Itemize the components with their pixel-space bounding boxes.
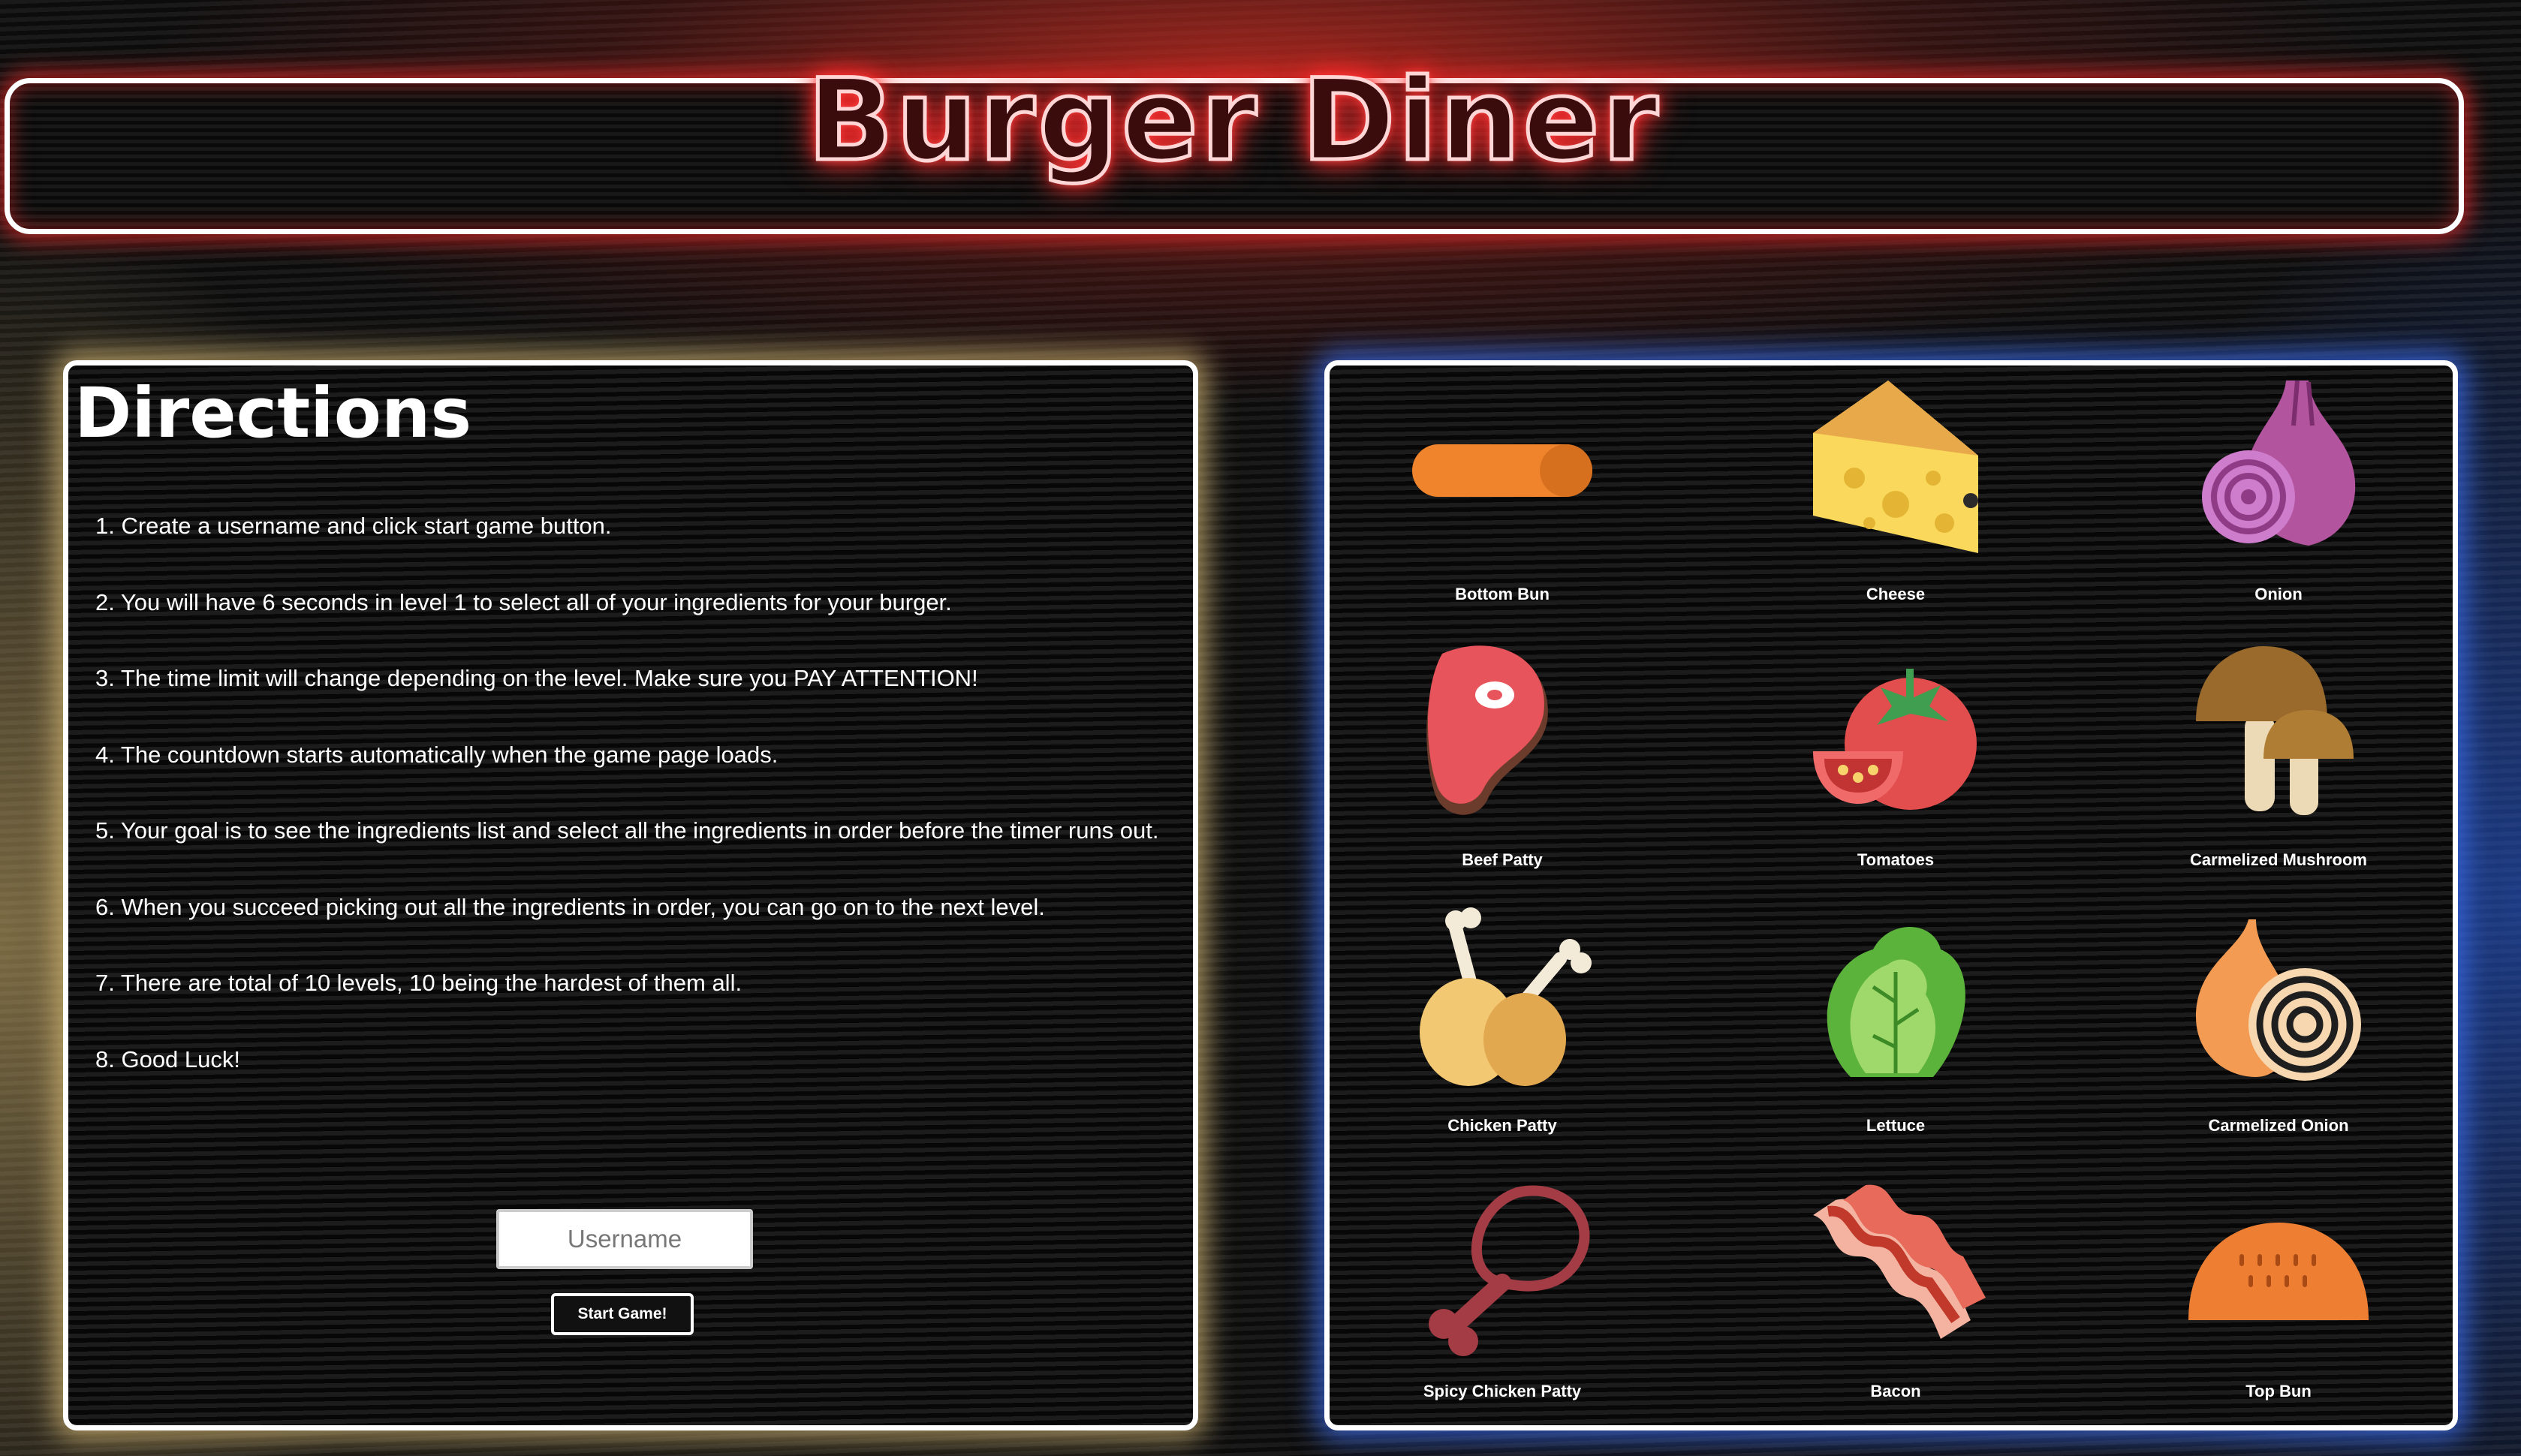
top-bun-icon bbox=[2188, 1223, 2369, 1320]
mushroom-icon bbox=[2196, 646, 2354, 815]
username-input[interactable] bbox=[496, 1209, 753, 1269]
ingredient-label: Lettuce bbox=[1866, 1116, 1926, 1135]
ingredient-label: Tomatoes bbox=[1857, 850, 1935, 869]
page-title: Burger Diner bbox=[806, 53, 1661, 188]
directions-heading: Directions bbox=[74, 373, 472, 453]
ingredient-label: Bottom Bun bbox=[1455, 585, 1550, 603]
ingredient-label: Cheese bbox=[1866, 585, 1926, 603]
directions-panel: Directions 1. Create a username and clic… bbox=[63, 360, 1198, 1430]
bottom-bun-icon bbox=[1412, 444, 1592, 497]
ingredient-label: Onion bbox=[2254, 585, 2303, 603]
ingredient-onion[interactable]: Onion bbox=[2106, 373, 2451, 621]
ingredient-tomatoes[interactable]: Tomatoes bbox=[1723, 639, 2068, 886]
direction-step: 6. When you succeed picking out all the … bbox=[95, 893, 1045, 920]
ingredient-bottom-bun[interactable]: Bottom Bun bbox=[1330, 373, 1675, 621]
ingredient-label: Bacon bbox=[1870, 1382, 1921, 1400]
ingredients-panel: Bottom Bun Cheese Onion Beef Patty Tomat… bbox=[1324, 360, 2458, 1430]
ingredient-label: Beef Patty bbox=[1462, 850, 1543, 869]
onion-icon bbox=[2202, 380, 2356, 546]
tomato-icon bbox=[1813, 669, 1977, 810]
title-banner: Burger Diner bbox=[5, 53, 2464, 234]
ingredient-carmelized-onion[interactable]: Carmelized Onion bbox=[2106, 904, 2451, 1152]
ingredient-label: Carmelized Mushroom bbox=[2190, 850, 2367, 869]
direction-step: 3. The time limit will change depending … bbox=[95, 665, 978, 691]
ingredient-label: Spicy Chicken Patty bbox=[1423, 1382, 1582, 1400]
direction-step: 8. Good Luck! bbox=[95, 1045, 241, 1072]
ingredient-label: Chicken Patty bbox=[1447, 1116, 1557, 1135]
lettuce-icon bbox=[1827, 927, 1965, 1077]
bacon-icon bbox=[1813, 1184, 1986, 1339]
ingredient-spicy-chicken-patty[interactable]: Spicy Chicken Patty bbox=[1330, 1170, 1675, 1418]
ingredient-beef-patty[interactable]: Beef Patty bbox=[1330, 639, 1675, 886]
direction-step: 4. The countdown starts automatically wh… bbox=[95, 741, 779, 768]
direction-step: 2. You will have 6 seconds in level 1 to… bbox=[95, 588, 952, 615]
ingredient-chicken-patty[interactable]: Chicken Patty bbox=[1330, 904, 1675, 1152]
ingredient-bacon[interactable]: Bacon bbox=[1723, 1170, 2068, 1418]
cheese-icon bbox=[1813, 381, 1978, 553]
ingredient-carmelized-mushroom[interactable]: Carmelized Mushroom bbox=[2106, 639, 2451, 886]
caramelized-onion-icon bbox=[2196, 919, 2361, 1081]
ingredient-label: Top Bun bbox=[2245, 1382, 2312, 1400]
direction-step: 5. Your goal is to see the ingredients l… bbox=[95, 817, 1159, 844]
ingredient-cheese[interactable]: Cheese bbox=[1723, 373, 2068, 621]
start-game-button[interactable]: Start Game! bbox=[551, 1293, 694, 1335]
spicy-chicken-icon bbox=[1429, 1185, 1590, 1356]
ingredient-label: Carmelized Onion bbox=[2208, 1116, 2349, 1135]
ingredient-top-bun[interactable]: Top Bun bbox=[2106, 1170, 2451, 1418]
directions-list: 1. Create a username and click start gam… bbox=[95, 512, 1159, 1121]
direction-step: 7. There are total of 10 levels, 10 bein… bbox=[95, 970, 742, 996]
direction-step: 1. Create a username and click start gam… bbox=[95, 513, 612, 539]
ingredient-grid: Bottom Bun Cheese Onion Beef Patty Tomat… bbox=[1330, 366, 2453, 1425]
ingredient-lettuce[interactable]: Lettuce bbox=[1723, 904, 2068, 1152]
chicken-leg-icon bbox=[1420, 907, 1592, 1086]
beef-patty-icon bbox=[1426, 645, 1548, 815]
